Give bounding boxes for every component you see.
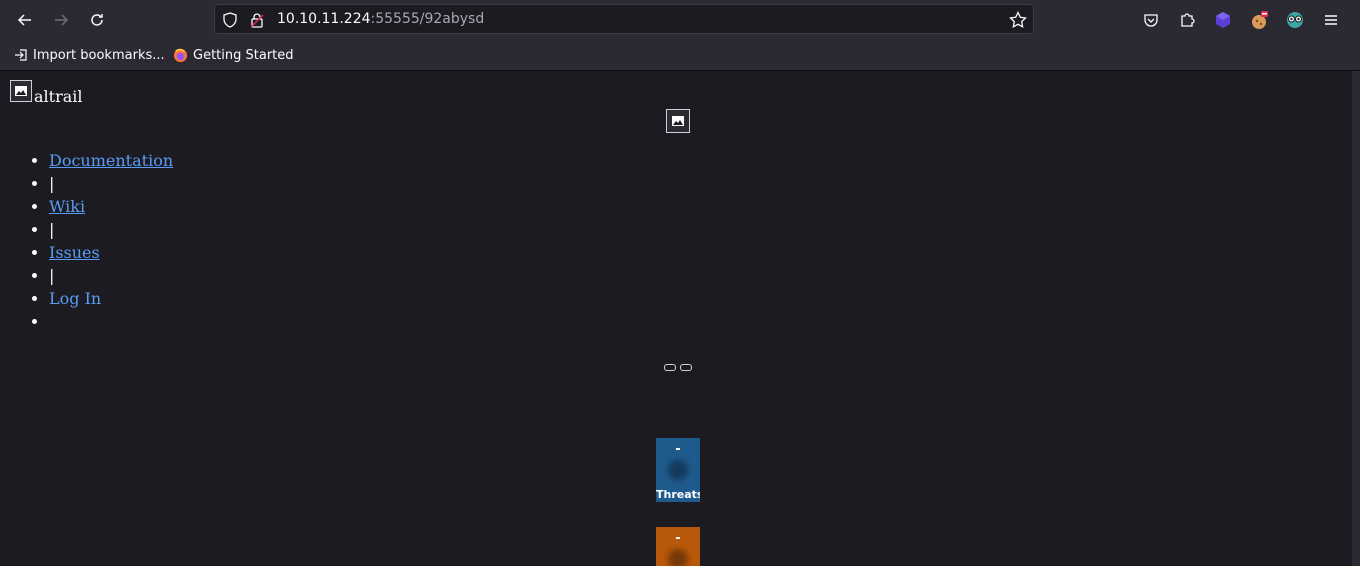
wiki-link[interactable]: Wiki — [49, 197, 85, 216]
back-arrow-icon — [17, 14, 31, 26]
shield-icon[interactable] — [221, 11, 239, 29]
login-link[interactable]: Log In — [49, 289, 101, 308]
toggle-button-right[interactable] — [680, 364, 692, 371]
tile-value: - — [675, 442, 681, 457]
extensions-button[interactable] — [1175, 8, 1199, 32]
tile-glow — [668, 549, 688, 566]
menu-item-empty — [49, 310, 173, 333]
insecure-lock-icon[interactable] — [248, 11, 266, 29]
menu-item-issues: Issues — [49, 241, 173, 264]
url-bar[interactable]: 10.10.11.224:55555/92abysd — [214, 4, 1034, 34]
pocket-icon — [1144, 14, 1158, 27]
bookmark-label: Getting Started — [193, 47, 294, 63]
reload-button[interactable] — [85, 8, 109, 32]
tile-label: Threats — [656, 488, 700, 501]
back-button[interactable] — [13, 8, 37, 32]
browser-toolbar: 10.10.11.224:55555/92abysd — [0, 0, 1360, 40]
glasses-face-icon — [1287, 12, 1303, 28]
reload-icon — [91, 14, 103, 26]
firefox-icon — [173, 48, 188, 62]
menu-separator: | — [49, 218, 173, 241]
events-counter-tile[interactable]: - — [656, 527, 700, 566]
menu-separator: | — [49, 264, 173, 287]
extension-glasses-button[interactable] — [1283, 8, 1307, 32]
cookie-icon — [1252, 11, 1268, 29]
broken-image-icon — [672, 116, 684, 126]
import-icon — [15, 49, 27, 61]
page-content: altrail Documentation | Wiki | Issues | … — [0, 71, 1352, 566]
toggle-button-left[interactable] — [664, 364, 676, 371]
broken-header-image — [666, 109, 690, 133]
bookmark-label: Import bookmarks... — [33, 47, 165, 63]
pocket-button[interactable] — [1139, 8, 1163, 32]
menu-separator: | — [49, 172, 173, 195]
top-menu: Documentation | Wiki | Issues | Log In — [0, 149, 173, 333]
menu-item-login: Log In — [49, 287, 173, 310]
tile-value: - — [675, 531, 681, 546]
menu-item-wiki: Wiki — [49, 195, 173, 218]
purple-cube-icon — [1216, 12, 1230, 28]
bookmarks-bar: Import bookmarks... Getting Started — [0, 40, 1360, 71]
hamburger-icon — [1325, 15, 1337, 25]
bookmark-star-icon[interactable] — [1009, 11, 1027, 29]
forward-button[interactable] — [49, 8, 73, 32]
extension-purple-button[interactable] — [1211, 8, 1235, 32]
issues-link[interactable]: Issues — [49, 243, 100, 262]
broken-logo-image — [10, 80, 32, 102]
tile-glow — [668, 460, 688, 480]
threats-counter-tile[interactable]: - Threats — [656, 438, 700, 502]
extension-cookie-button[interactable] — [1247, 8, 1271, 32]
forward-arrow-icon — [55, 14, 69, 26]
menu-item-documentation: Documentation — [49, 149, 173, 172]
documentation-link[interactable]: Documentation — [49, 151, 173, 170]
url-text[interactable]: 10.10.11.224:55555/92abysd — [277, 11, 484, 27]
puzzle-icon — [1181, 13, 1195, 27]
brand-name: altrail — [34, 87, 83, 106]
period-toggles — [664, 364, 692, 371]
bookmark-getting-started[interactable]: Getting Started — [173, 46, 294, 64]
bookmark-import[interactable]: Import bookmarks... — [14, 46, 165, 64]
app-menu-button[interactable] — [1319, 8, 1343, 32]
page-scrollbar[interactable] — [1352, 71, 1360, 566]
broken-image-icon — [15, 86, 27, 96]
